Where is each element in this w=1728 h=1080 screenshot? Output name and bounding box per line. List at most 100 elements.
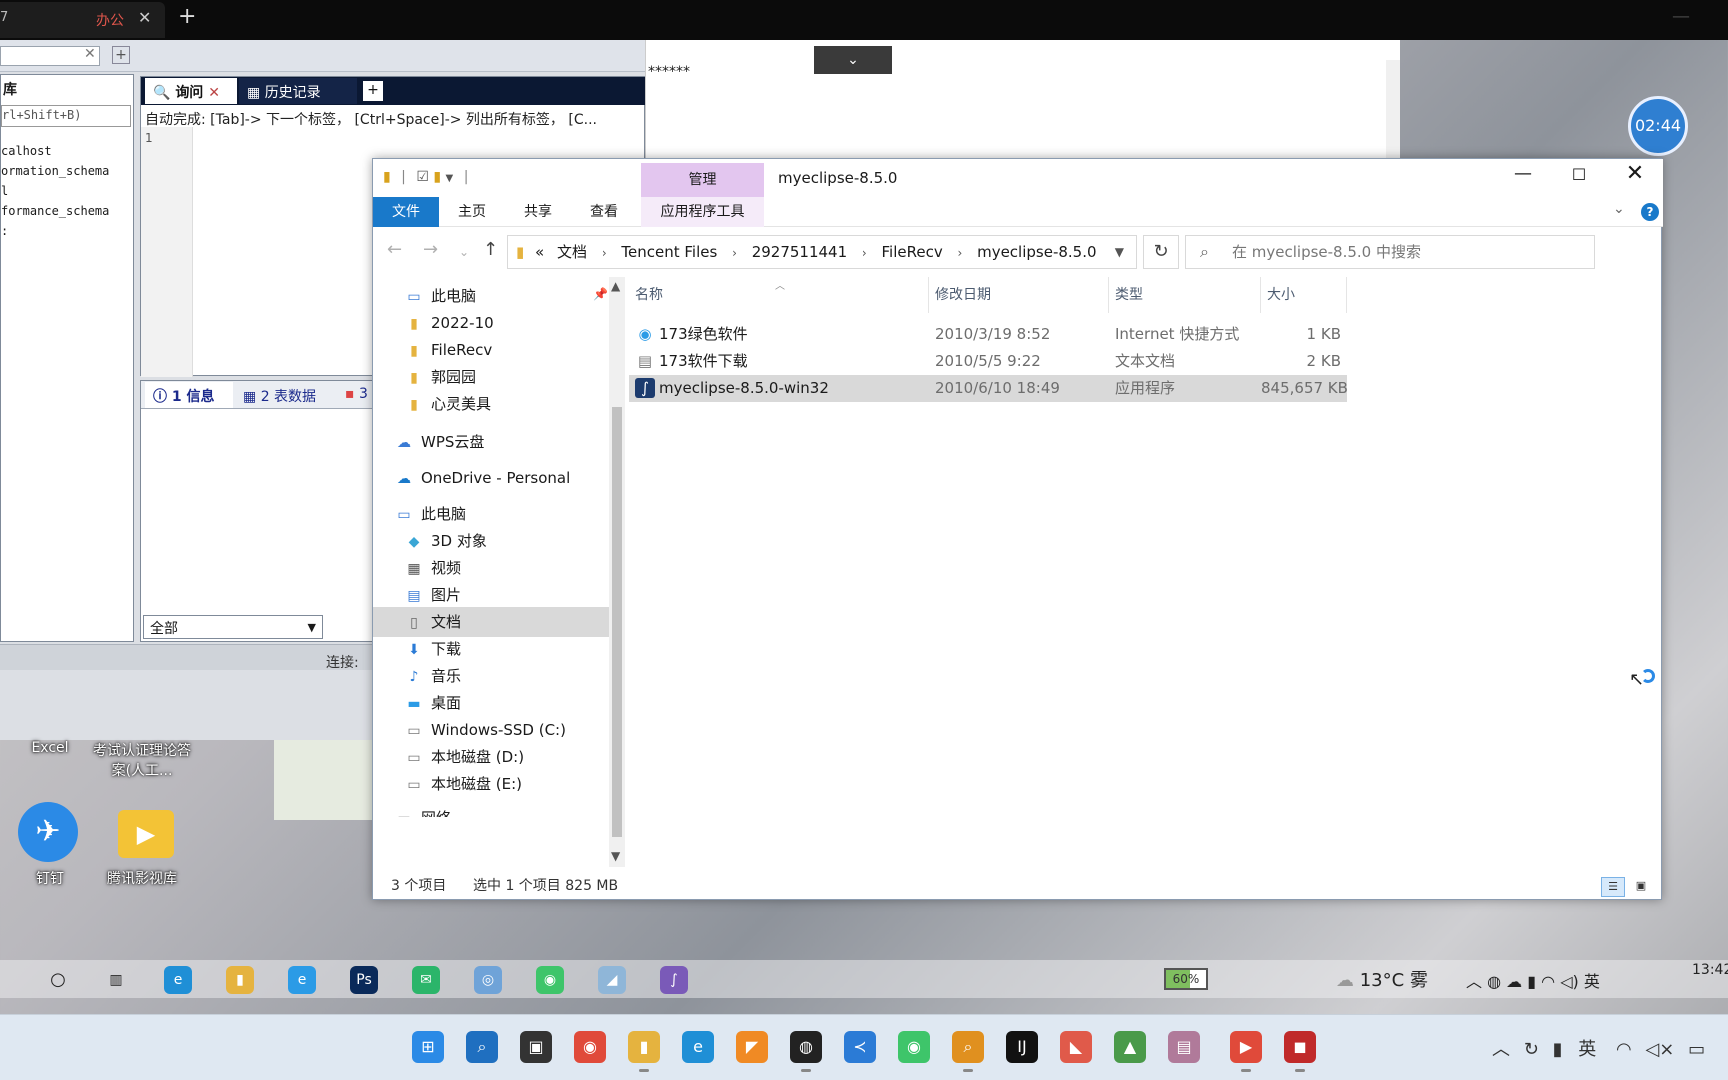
tab-history[interactable]: ▦ 历史记录 <box>239 78 357 104</box>
wechat-icon[interactable]: ◉ <box>898 1031 930 1063</box>
editor-scrollbar[interactable] <box>1386 60 1400 160</box>
edge-icon[interactable]: e <box>164 966 192 994</box>
column-header-type[interactable]: 类型 <box>1109 277 1261 313</box>
minimize-button[interactable]: — <box>1505 163 1541 184</box>
tab-close-icon[interactable]: ✕ <box>138 8 151 27</box>
weather-widget[interactable]: ☁ 13°C 雾 <box>1336 966 1428 992</box>
tab-table-data[interactable]: ▦ 2 表数据 <box>235 382 335 408</box>
volume-icon[interactable]: ◁) <box>1560 972 1579 991</box>
database-item[interactable]: calhost <box>1 141 109 161</box>
chevron-up-icon[interactable]: ︿ <box>1466 972 1482 991</box>
wechat-icon[interactable]: ◉ <box>536 966 564 994</box>
db-filter-input[interactable]: rl+Shift+B) <box>1 105 131 127</box>
details-view-button[interactable]: ☰ <box>1601 877 1625 897</box>
new-folder-icon[interactable]: ▮ <box>433 169 441 185</box>
media-player-icon[interactable]: ▶ <box>1230 1031 1262 1072</box>
new-tab-icon[interactable]: + <box>178 4 196 29</box>
breadcrumb-overflow[interactable]: « <box>535 243 544 261</box>
app-blue-icon[interactable]: ◎ <box>474 966 502 994</box>
breadcrumb-account[interactable]: 2927511441 <box>752 243 847 261</box>
up-arrow-icon[interactable]: ↑ <box>483 239 498 260</box>
intellij-icon[interactable]: IJ <box>1006 1031 1038 1063</box>
editor-dropdown-button[interactable]: ⌄ <box>814 46 892 74</box>
breadcrumb-chevron-icon[interactable]: › <box>862 246 867 260</box>
search-circle-icon[interactable]: ○ <box>44 966 72 994</box>
minimize-icon[interactable]: — <box>1672 6 1690 27</box>
nav-item-network[interactable]: ▭ 网络 <box>395 803 609 817</box>
expand-ribbon-icon[interactable]: ⌄ <box>1613 201 1625 217</box>
forward-arrow-icon[interactable]: → <box>423 239 438 260</box>
breadcrumb-documents[interactable]: 文档 <box>557 243 587 261</box>
nav-item-drive-d[interactable]: ▭ 本地磁盘 (D:) <box>405 742 609 772</box>
address-history-chevron-icon[interactable]: ▼ <box>1115 236 1124 268</box>
cloud-icon[interactable]: ☁ <box>1506 972 1522 991</box>
large-icons-view-button[interactable]: ▣ <box>1629 877 1653 897</box>
database-item[interactable]: l <box>1 181 109 201</box>
column-header-date[interactable]: 修改日期 <box>929 277 1109 313</box>
battery-icon[interactable]: ▭ <box>1688 1039 1705 1060</box>
ime-indicator[interactable]: 英 <box>1578 1039 1596 1060</box>
help-icon[interactable]: ? <box>1641 203 1659 221</box>
column-header-size[interactable]: 大小 <box>1261 277 1347 313</box>
filter-select[interactable]: 全部 ▼ <box>143 615 323 639</box>
close-button[interactable]: ✕ <box>1617 161 1653 186</box>
chevron-up-icon[interactable]: ︿ <box>1492 1039 1510 1060</box>
scroll-thumb[interactable] <box>612 407 622 837</box>
maximize-button[interactable]: ☐ <box>1561 165 1597 184</box>
nav-item-pictures[interactable]: ▤ 图片 <box>405 580 609 610</box>
file-row[interactable]: ◉ 173绿色软件 2010/3/19 8:52 Internet 快捷方式 1… <box>629 321 1347 348</box>
breadcrumb-filerecv[interactable]: FileRecv <box>882 243 943 261</box>
microphone-icon[interactable]: ▮ <box>1553 1039 1563 1060</box>
photoshop-icon[interactable]: Ps <box>350 966 378 994</box>
chrome-icon[interactable]: ◉ <box>574 1031 606 1063</box>
database-item[interactable]: ormation_schema <box>1 161 109 181</box>
folder-icon[interactable]: ▮ <box>383 169 391 185</box>
nav-item-music[interactable]: ♪ 音乐 <box>405 661 609 691</box>
tab-share[interactable]: 共享 <box>505 197 571 227</box>
add-tab-icon[interactable]: + <box>363 81 383 101</box>
nav-item-filerecv[interactable]: ▮ FileRecv <box>405 335 609 365</box>
app-green-icon[interactable]: ✉ <box>412 966 440 994</box>
nav-item-guoyuanyuan[interactable]: ▮ 郭园园 <box>405 362 609 392</box>
app-chart-icon[interactable]: ▲ <box>1114 1031 1146 1063</box>
tab-info[interactable]: ⓘ 1 信息 <box>145 382 233 408</box>
breadcrumb-chevron-icon[interactable]: › <box>732 246 737 260</box>
app-dark-red-icon[interactable]: ◼ <box>1284 1031 1316 1072</box>
recent-locations-icon[interactable]: ⌄ <box>459 245 469 259</box>
tab-third[interactable]: ▪ 3 <box>337 382 377 408</box>
microphone-icon[interactable]: ▮ <box>1527 972 1536 991</box>
address-bar[interactable]: ▮ « 文档 › Tencent Files › 2927511441 › Fi… <box>507 235 1137 269</box>
task-view-icon[interactable]: ▣ <box>520 1031 552 1063</box>
breadcrumb-current[interactable]: myeclipse-8.5.0 <box>977 243 1096 261</box>
battery-indicator[interactable]: 60% <box>1164 968 1208 990</box>
nav-item-wps-cloud[interactable]: ☁ WPS云盘 <box>395 427 609 457</box>
tab-close-icon[interactable]: ✕ <box>208 85 220 101</box>
wifi-icon[interactable]: ◠ <box>1616 1039 1632 1060</box>
ime-indicator[interactable]: 英 <box>1584 972 1600 991</box>
breadcrumb-tencent-files[interactable]: Tencent Files <box>621 243 717 261</box>
desktop-icon-video-library[interactable]: 腾讯影视库 <box>92 868 192 888</box>
edge-icon[interactable]: e <box>682 1031 714 1063</box>
magnifier-icon[interactable]: ⌕ <box>952 1031 984 1072</box>
breadcrumb-chevron-icon[interactable]: › <box>602 246 607 260</box>
tab-query[interactable]: 🔍 询问 ✕ <box>145 78 237 104</box>
desktop-icon-excel[interactable]: Excel <box>0 740 100 756</box>
properties-icon[interactable]: ☑ <box>416 169 429 185</box>
tab-home[interactable]: 主页 <box>439 197 505 227</box>
nav-item-this-pc[interactable]: ▭ 此电脑 <box>395 499 609 529</box>
chevron-down-icon[interactable]: ▼ <box>446 173 454 184</box>
remote-clock[interactable]: 13:42 <box>1692 962 1728 978</box>
scroll-up-icon[interactable]: ▲ <box>611 279 620 293</box>
nav-item-3d-objects[interactable]: ◆ 3D 对象 <box>405 526 609 556</box>
desktop-icon-exam-answers[interactable]: 考试认证理论答案(人工... <box>92 740 192 780</box>
qq-icon[interactable]: ◍ <box>790 1031 822 1072</box>
pin-icon[interactable]: 📌 <box>593 287 608 301</box>
ie-icon[interactable]: e <box>288 966 316 994</box>
dingtalk-icon[interactable]: ✈ <box>18 802 78 862</box>
close-icon[interactable]: ✕ <box>84 46 96 62</box>
search-icon[interactable]: ⌕ <box>466 1031 498 1063</box>
qq-tray-icon[interactable]: ◍ <box>1487 972 1501 991</box>
nav-item-2022-10[interactable]: ▮ 2022-10 <box>405 308 609 338</box>
file-explorer-icon[interactable]: ▮ <box>628 1031 660 1072</box>
database-icon[interactable]: ▤ <box>1168 1031 1200 1063</box>
